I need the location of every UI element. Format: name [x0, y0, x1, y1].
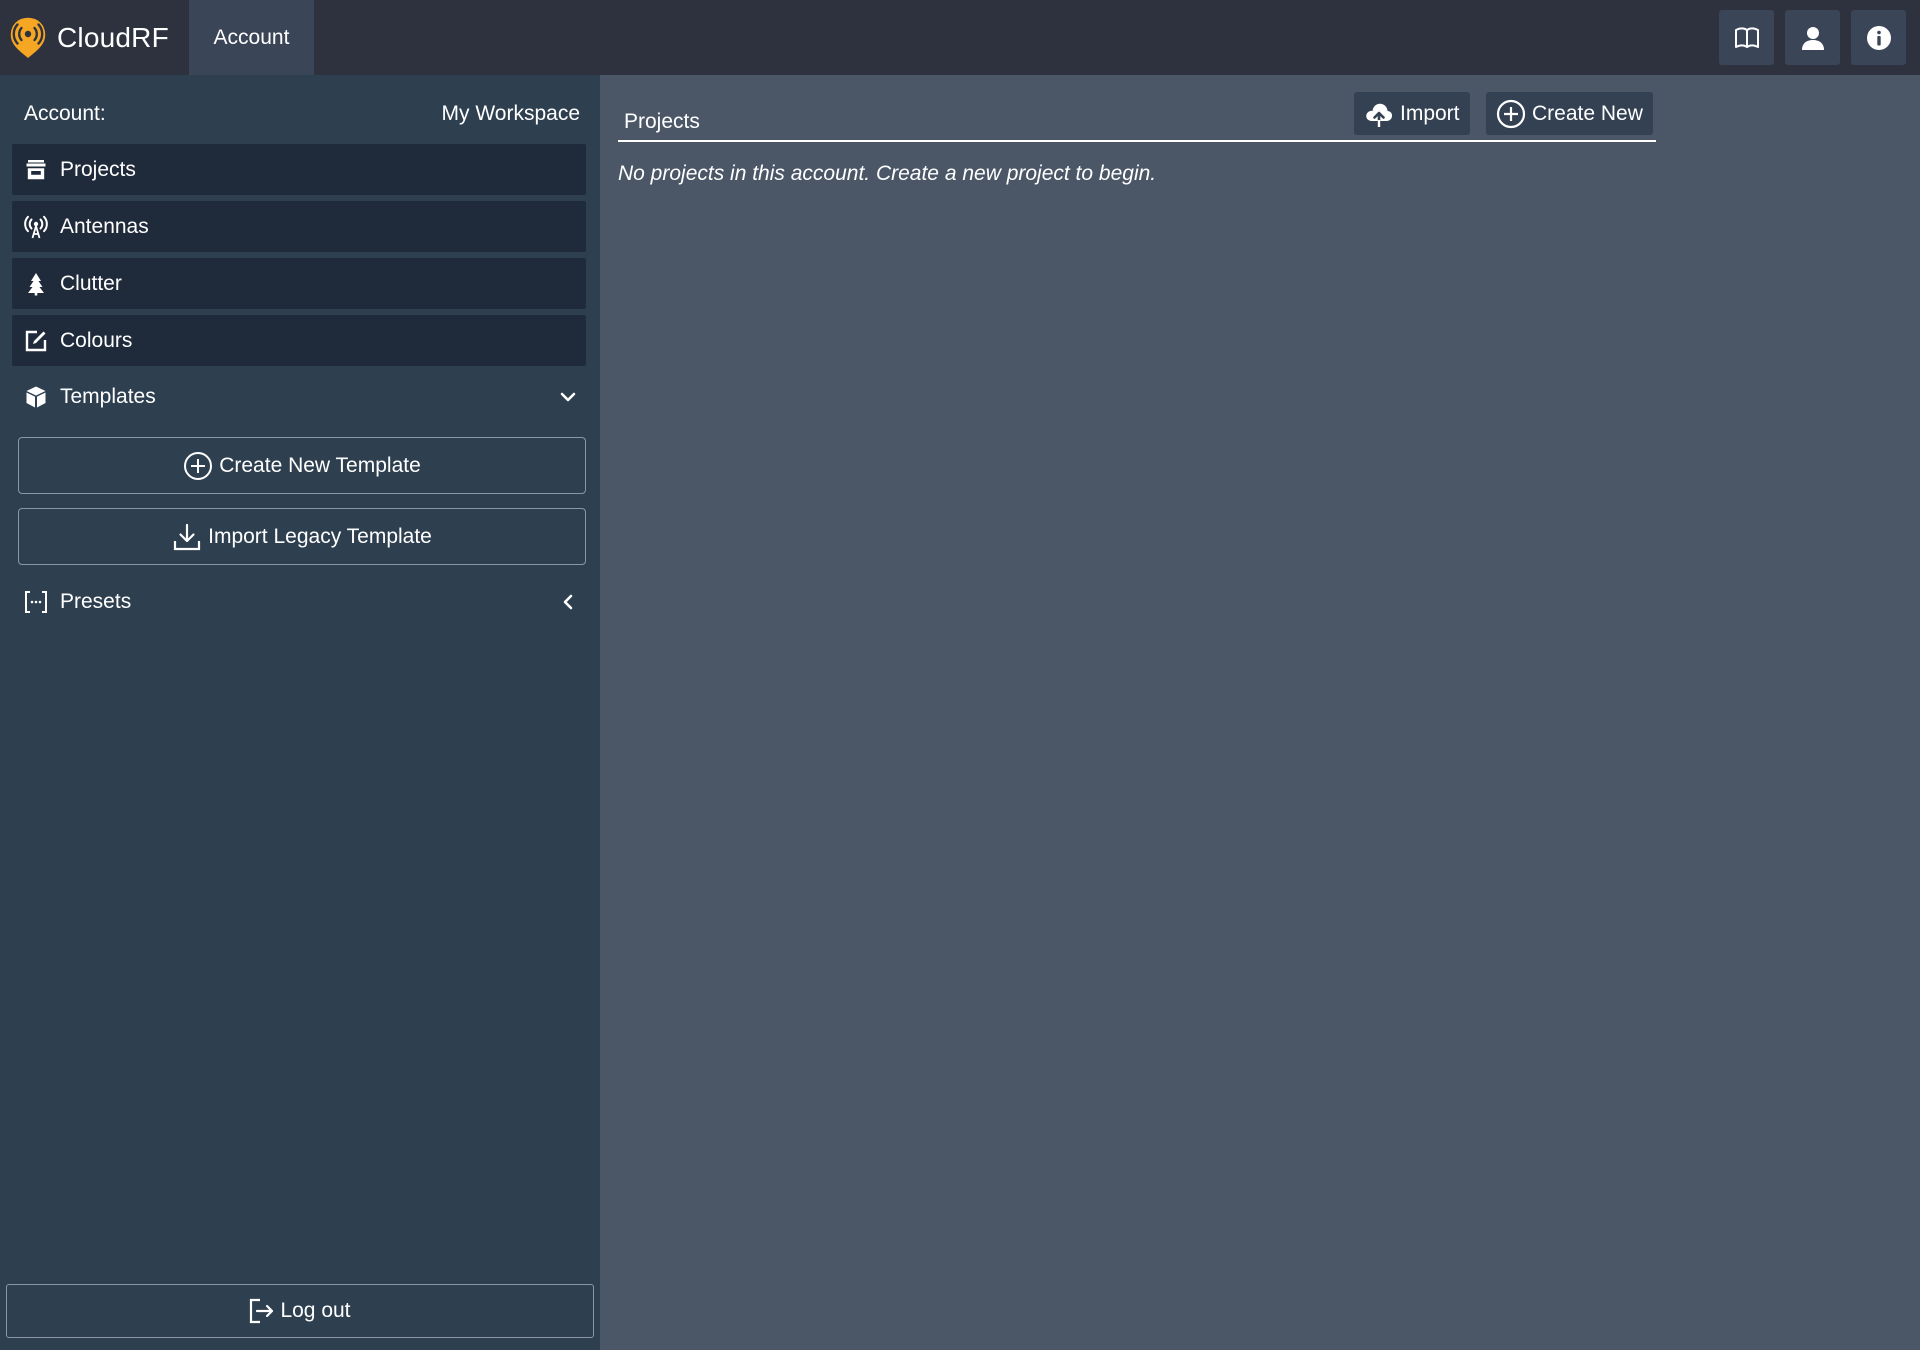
templates-label: Templates	[60, 385, 156, 408]
templates-section-toggle[interactable]: Templates	[12, 375, 586, 419]
user-icon	[1801, 26, 1824, 50]
page-title: Projects	[624, 110, 700, 133]
logout-label: Log out	[280, 1299, 351, 1322]
cloud-upload-icon	[1366, 103, 1393, 128]
top-bar: CloudRF Account	[0, 0, 1920, 75]
import-legacy-template-button[interactable]: Import Legacy Template	[18, 508, 586, 565]
sidebar-item-colours[interactable]: Colours	[12, 315, 586, 366]
empty-state-message: No projects in this account. Create a ne…	[618, 162, 1157, 185]
import-button[interactable]: Import	[1354, 92, 1470, 135]
main-panel: Projects Import Create New No projects i…	[600, 75, 1920, 1350]
sidebar-item-clutter[interactable]: Clutter	[12, 258, 586, 309]
create-new-project-button[interactable]: Create New	[1486, 92, 1653, 135]
account-row: Account: My Workspace	[24, 102, 580, 126]
sidebar-item-label: Projects	[60, 157, 136, 181]
chevron-down-icon	[560, 392, 576, 402]
download-icon	[174, 523, 201, 550]
app-name: CloudRF	[57, 21, 169, 53]
book-icon	[1734, 27, 1759, 48]
tab-account[interactable]: Account	[189, 0, 314, 75]
tree-icon	[24, 272, 48, 296]
info-button[interactable]	[1851, 10, 1906, 65]
sidebar: Account: My Workspace Projects Antennas	[0, 75, 600, 1350]
presets-label: Presets	[60, 590, 132, 613]
cube-icon	[24, 385, 48, 409]
brackets-ellipsis-icon	[24, 590, 48, 614]
chevron-left-icon	[563, 594, 573, 610]
archive-box-icon	[24, 158, 48, 182]
sidebar-item-label: Clutter	[60, 271, 122, 295]
account-label: Account:	[24, 102, 106, 125]
create-new-template-button[interactable]: Create New Template	[18, 437, 586, 494]
workspace-name[interactable]: My Workspace	[442, 102, 580, 126]
edit-square-icon	[24, 329, 48, 353]
plus-circle-icon	[1496, 99, 1526, 128]
import-legacy-template-label: Import Legacy Template	[208, 524, 432, 548]
create-new-template-label: Create New Template	[219, 453, 421, 477]
sign-out-icon	[250, 1298, 274, 1324]
sidebar-item-projects[interactable]: Projects	[12, 144, 586, 195]
user-button[interactable]	[1785, 10, 1840, 65]
logout-button[interactable]: Log out	[6, 1284, 594, 1338]
plus-circle-icon	[184, 451, 213, 480]
presets-section-toggle[interactable]: Presets	[12, 580, 586, 624]
docs-button[interactable]	[1719, 10, 1774, 65]
create-new-label: Create New	[1532, 101, 1643, 125]
broadcast-antenna-icon	[24, 215, 48, 239]
cloudrf-logo-icon	[9, 15, 47, 60]
import-label: Import	[1400, 101, 1460, 125]
projects-header: Projects Import Create New	[618, 92, 1656, 142]
info-icon	[1866, 25, 1891, 50]
sidebar-item-label: Colours	[60, 328, 133, 352]
sidebar-item-antennas[interactable]: Antennas	[12, 201, 586, 252]
brand[interactable]: CloudRF	[8, 0, 169, 75]
sidebar-item-label: Antennas	[60, 214, 149, 238]
